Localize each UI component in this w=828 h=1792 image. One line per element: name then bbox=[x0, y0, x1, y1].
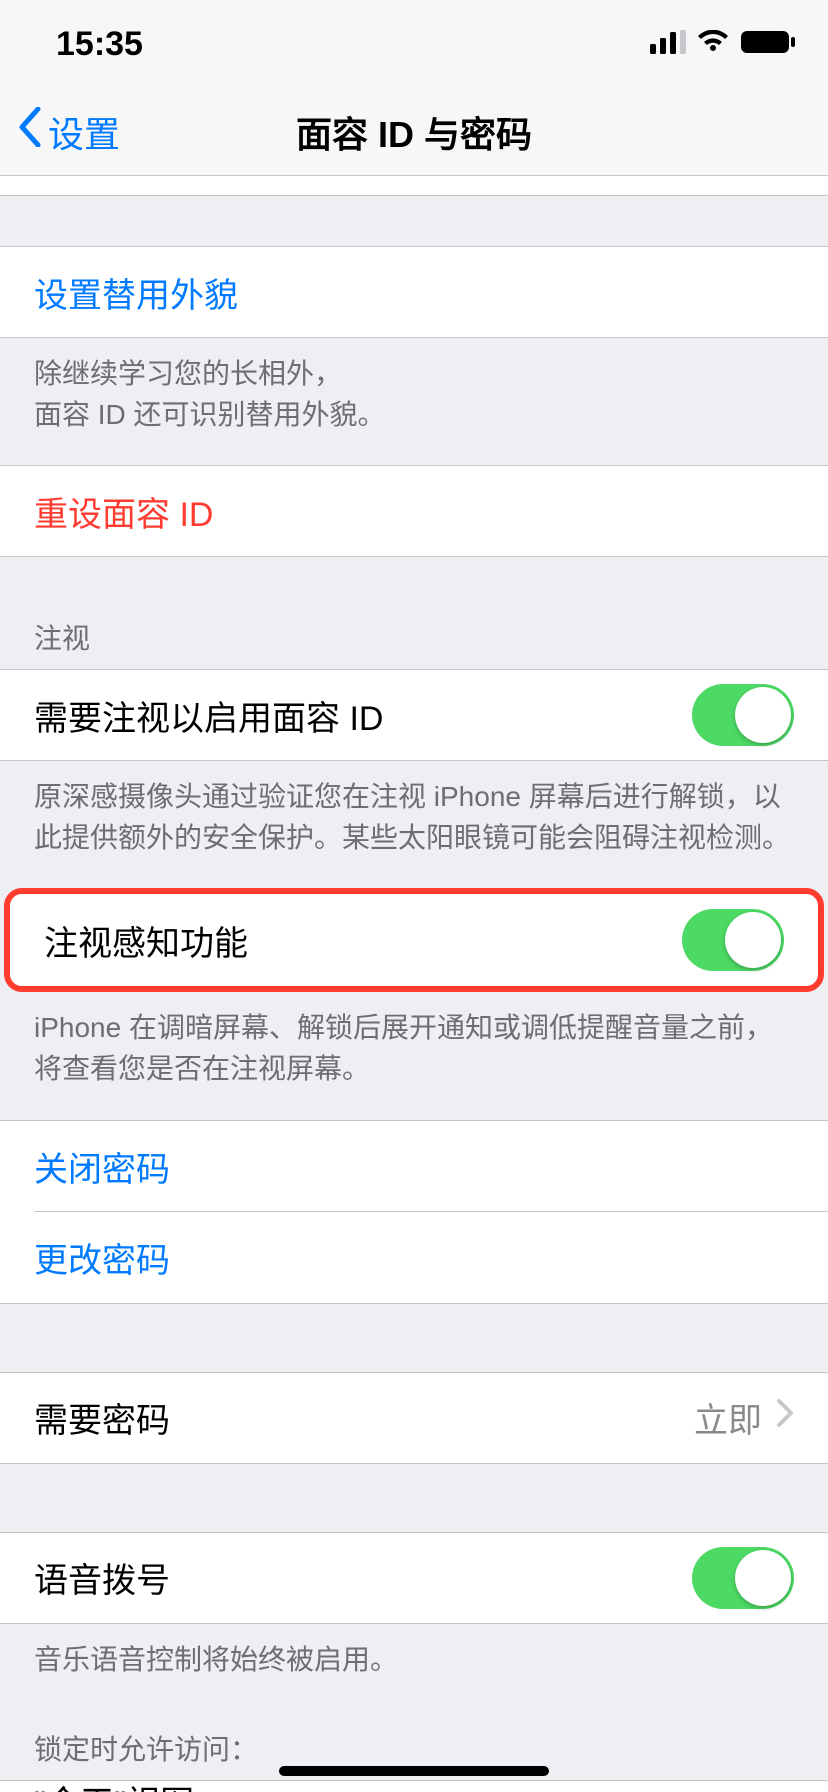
page-title: 面容 ID 与密码 bbox=[0, 106, 828, 158]
partial-text: 进行支付。 关于面容 ID 与隐私… bbox=[34, 176, 479, 180]
cell-label: 需要密码 bbox=[34, 1393, 694, 1442]
cell-label: 关闭密码 bbox=[34, 1142, 794, 1191]
wifi-icon bbox=[696, 30, 730, 59]
cell-label: 注视感知功能 bbox=[44, 916, 682, 965]
require-passcode-row[interactable]: 需要密码 立即 bbox=[0, 1372, 828, 1464]
attention-aware-row[interactable]: 注视感知功能 bbox=[10, 894, 818, 986]
reset-face-id[interactable]: 重设面容 ID bbox=[0, 465, 828, 557]
chevron-right-icon bbox=[776, 1398, 794, 1437]
attention-header: 注视 bbox=[0, 557, 828, 669]
require-attention-footer: 原深感摄像头通过验证您在注视 iPhone 屏幕后进行解锁，以此提供额外的安全保… bbox=[0, 761, 828, 888]
turn-passcode-off[interactable]: 关闭密码 bbox=[0, 1120, 828, 1212]
status-bar: 15:35 bbox=[0, 0, 828, 88]
change-passcode[interactable]: 更改密码 bbox=[0, 1212, 828, 1304]
voice-dial-toggle[interactable] bbox=[692, 1547, 794, 1609]
back-label: 设置 bbox=[48, 106, 120, 158]
cellular-icon bbox=[650, 30, 686, 59]
attention-aware-toggle[interactable] bbox=[682, 909, 784, 971]
cell-label: 重设面容 ID bbox=[34, 487, 794, 536]
back-button[interactable]: 设置 bbox=[0, 106, 120, 158]
setup-alternate-appearance[interactable]: 设置替用外貌 bbox=[0, 246, 828, 338]
nav-bar: 设置 面容 ID 与密码 bbox=[0, 88, 828, 176]
alt-appearance-footer: 除继续学习您的长相外， 面容 ID 还可识别替用外貌。 bbox=[0, 338, 828, 465]
status-time: 15:35 bbox=[56, 25, 143, 64]
require-attention-toggle[interactable] bbox=[692, 684, 794, 746]
cell-label: 语音拨号 bbox=[34, 1553, 692, 1602]
home-indicator[interactable] bbox=[279, 1766, 549, 1776]
partial-row: 进行支付。 关于面容 ID 与隐私… bbox=[0, 176, 828, 196]
cell-value: 立即 bbox=[694, 1393, 762, 1442]
voice-dial-row[interactable]: 语音拨号 bbox=[0, 1532, 828, 1624]
about-privacy-link[interactable]: 关于面容 ID 与隐私… bbox=[192, 176, 479, 178]
cell-label: 设置替用外貌 bbox=[34, 268, 794, 317]
battery-icon bbox=[740, 30, 796, 59]
content: 进行支付。 关于面容 ID 与隐私… 设置替用外貌 除继续学习您的长相外， 面容… bbox=[0, 176, 828, 1792]
attention-aware-footer: iPhone 在调暗屏幕、解锁后展开通知或调低提醒音量之前，将查看您是否在注视屏… bbox=[0, 992, 828, 1119]
highlighted-row: 注视感知功能 bbox=[4, 888, 824, 992]
chevron-left-icon bbox=[18, 107, 42, 156]
today-view-row[interactable]: "今天"视图 bbox=[0, 1780, 828, 1792]
cell-label: 需要注视以启用面容 ID bbox=[34, 691, 692, 740]
status-icons bbox=[650, 30, 796, 59]
voice-dial-footer: 音乐语音控制将始终被启用。 bbox=[0, 1624, 828, 1711]
cell-label: "今天"视图 bbox=[34, 1780, 794, 1792]
require-attention-row[interactable]: 需要注视以启用面容 ID bbox=[0, 669, 828, 761]
cell-label: 更改密码 bbox=[34, 1233, 794, 1282]
